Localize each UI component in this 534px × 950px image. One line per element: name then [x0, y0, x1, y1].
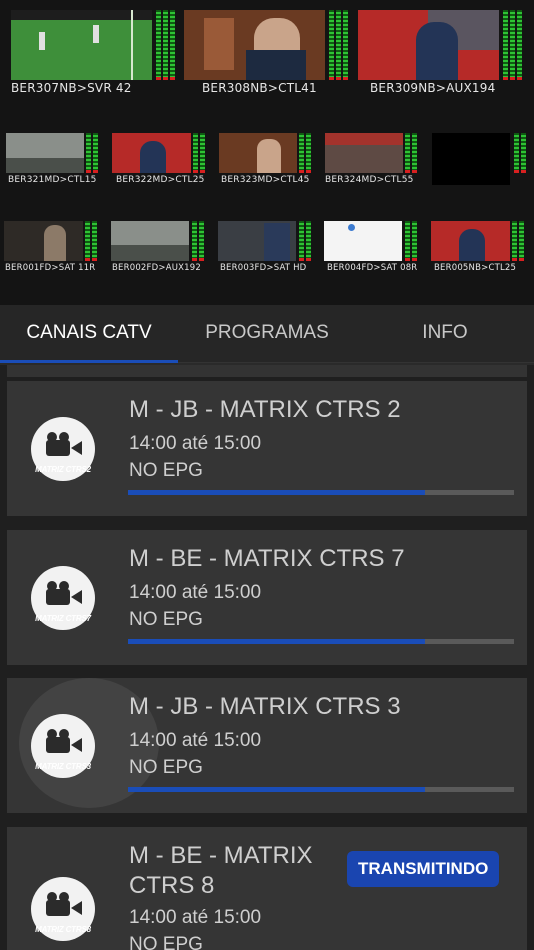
audio-level-meter	[299, 133, 311, 173]
channel-card[interactable]: MATRIZ CTRS2 M - JB - MATRIX CTRS 2 14:0…	[7, 381, 527, 516]
program-progress-bar	[128, 639, 514, 644]
channel-icon-label: MATRIZ CTRS3	[35, 762, 91, 771]
program-time: 14:00 até 15:00	[129, 730, 262, 751]
epg-status: NO EPG	[129, 460, 203, 481]
audio-level-meter	[512, 221, 524, 261]
monitor-label: BER321MD>CTL15	[8, 175, 97, 185]
channel-title: M - BE - MATRIX CTRS 8	[129, 841, 313, 901]
video-thumbnail	[112, 133, 191, 173]
monitor-label: BER308NB>CTL41	[202, 81, 317, 95]
video-thumbnail	[4, 221, 83, 261]
monitor-label: BER005NB>CTL25	[434, 263, 517, 273]
multiviewer-wall: BER307NB>SVR 42 BER308NB>CTL41 BER309NB>…	[0, 0, 534, 305]
program-progress-bar	[128, 490, 514, 495]
monitor-tile[interactable]: BER004FD>SAT 08R	[324, 221, 424, 276]
audio-level-meter	[514, 133, 526, 173]
channel-list[interactable]: MATRIZ CTRS2 M - JB - MATRIX CTRS 2 14:0…	[0, 365, 534, 950]
monitor-tile[interactable]: BER309NB>AUX194	[358, 10, 528, 95]
audio-level-meter	[86, 133, 98, 173]
monitor-tile[interactable]: BER324MD>CTL55	[325, 133, 422, 188]
audio-level-meter	[193, 133, 205, 173]
video-thumbnail	[6, 133, 84, 173]
channel-card[interactable]: MATRIZ CTRS3 M - JB - MATRIX CTRS 3 14:0…	[7, 678, 527, 813]
video-thumbnail	[111, 221, 189, 261]
epg-status: NO EPG	[129, 609, 203, 630]
tab-canais-catv[interactable]: CANAIS CATV	[0, 305, 178, 363]
channel-title: M - JB - MATRIX CTRS 2	[129, 396, 401, 423]
monitor-tile[interactable]: BER001FD>SAT 11R	[4, 221, 104, 276]
tab-bar: CANAIS CATV PROGRAMAS INFO	[0, 305, 534, 363]
monitor-label: BER002FD>AUX192	[112, 263, 201, 273]
program-progress-bar	[128, 787, 514, 792]
program-time: 14:00 até 15:00	[129, 433, 262, 454]
channel-icon-label: MATRIZ CTRS2	[35, 465, 91, 474]
audio-level-meter	[405, 133, 417, 173]
video-thumbnail	[219, 133, 297, 173]
monitor-label: BER004FD>SAT 08R	[327, 263, 418, 273]
program-time: 14:00 até 15:00	[129, 907, 262, 928]
audio-level-meter	[192, 221, 204, 261]
audio-level-meter	[329, 10, 348, 80]
monitor-label: BER307NB>SVR 42	[11, 81, 132, 95]
tab-info[interactable]: INFO	[356, 305, 534, 363]
transmitting-badge: TRANSMITINDO	[347, 851, 500, 887]
monitor-tile[interactable]: BER005NB>CTL25	[431, 221, 530, 276]
audio-level-meter	[405, 221, 417, 261]
channel-icon-label: MATRIZ CTRS7	[35, 614, 91, 623]
video-thumbnail	[324, 221, 402, 261]
channel-icon-label: MATRIZ CTRS8	[35, 925, 91, 934]
audio-level-meter	[299, 221, 311, 261]
video-thumbnail	[218, 221, 296, 261]
monitor-label: BER324MD>CTL55	[325, 175, 414, 185]
monitor-tile[interactable]: BER323MD>CTL45	[219, 133, 316, 188]
tab-programas[interactable]: PROGRAMAS	[178, 305, 356, 363]
audio-level-meter	[85, 221, 97, 261]
epg-status: NO EPG	[129, 934, 203, 950]
video-thumbnail	[432, 133, 510, 185]
active-tab-indicator	[0, 360, 178, 363]
video-thumbnail	[431, 221, 510, 261]
program-time: 14:00 até 15:00	[129, 582, 262, 603]
channel-card[interactable]: MATRIZ CTRS7 M - BE - MATRIX CTRS 7 14:0…	[7, 530, 527, 665]
monitor-label: BER323MD>CTL45	[221, 175, 310, 185]
channel-card[interactable]: MATRIZ CTRS8 M - BE - MATRIX CTRS 8 TRAN…	[7, 827, 527, 950]
list-item-partial	[7, 365, 527, 377]
channel-title-line: M - BE - MATRIX	[129, 842, 313, 869]
channel-title-line: CTRS 8	[129, 872, 215, 899]
channel-title: M - JB - MATRIX CTRS 3	[129, 693, 401, 720]
video-thumbnail	[325, 133, 403, 173]
epg-status: NO EPG	[129, 757, 203, 778]
monitor-label: BER309NB>AUX194	[370, 81, 496, 95]
monitor-tile[interactable]: BER002FD>AUX192	[111, 221, 211, 276]
video-thumbnail	[184, 10, 325, 80]
video-thumbnail	[11, 10, 152, 80]
monitor-tile[interactable]	[432, 133, 529, 188]
audio-level-meter	[156, 10, 175, 80]
monitor-label: BER003FD>SAT HD	[220, 263, 307, 273]
video-thumbnail	[358, 10, 499, 80]
monitor-label: BER322MD>CTL25	[116, 175, 205, 185]
monitor-label: BER001FD>SAT 11R	[5, 263, 96, 273]
monitor-tile[interactable]: BER308NB>CTL41	[184, 10, 349, 95]
channel-title: M - BE - MATRIX CTRS 7	[129, 545, 405, 572]
monitor-tile[interactable]: BER321MD>CTL15	[6, 133, 103, 188]
audio-level-meter	[503, 10, 522, 80]
monitor-tile[interactable]: BER322MD>CTL25	[112, 133, 212, 188]
monitor-tile[interactable]: BER003FD>SAT HD	[218, 221, 318, 276]
monitor-tile[interactable]: BER307NB>SVR 42	[11, 10, 176, 95]
